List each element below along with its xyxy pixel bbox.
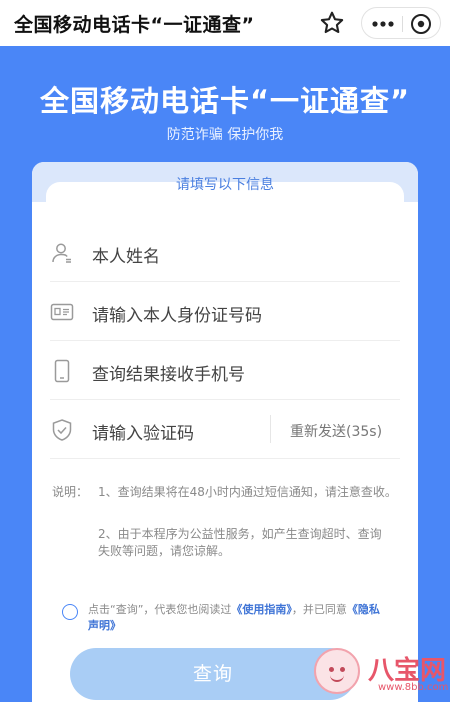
- window-title: 全国移动电话卡“一证通查”: [14, 14, 255, 36]
- name-field-placeholder: 本人姓名: [92, 247, 160, 267]
- verification-code-placeholder: 请输入验证码: [92, 424, 194, 444]
- agree-radio[interactable]: [62, 604, 78, 620]
- close-icon[interactable]: [410, 13, 432, 35]
- star-icon[interactable]: [318, 9, 346, 37]
- hero-title: 全国移动电话卡“一证通查”: [39, 84, 411, 118]
- agreement-text: 点击“查询”，代表您也阅读过《使用指南》，并已同意《隐私声明》: [88, 602, 388, 634]
- phone-field-placeholder: 查询结果接收手机号: [92, 365, 245, 385]
- watermark-url: www.8bb.com: [378, 682, 449, 693]
- capsule-divider: [402, 16, 403, 32]
- name-field[interactable]: 本人姓名: [50, 224, 400, 282]
- id-card-icon: [50, 303, 74, 321]
- agreement-middle: ，并已同意: [291, 603, 347, 616]
- phone-icon: [54, 359, 70, 383]
- field-divider: [270, 415, 271, 443]
- note-item: 1、查询结果将在48小时内通过短信通知，请注意查收。: [98, 485, 397, 499]
- notes-label: 说明：: [52, 485, 89, 499]
- watermark: 八宝网 www.8bb.com: [312, 648, 450, 702]
- mascot-icon: [314, 648, 360, 694]
- card-header-text: 请填写以下信息: [176, 177, 274, 193]
- user-guide-link[interactable]: 《使用指南》: [231, 603, 292, 616]
- mini-program-capsule: [361, 7, 441, 39]
- more-icon[interactable]: [369, 14, 397, 34]
- phone-field[interactable]: 查询结果接收手机号: [50, 342, 400, 400]
- hero-subtitle: 防范诈骗 保护你我: [166, 127, 284, 143]
- top-bar: 全国移动电话卡“一证通查”: [0, 0, 450, 46]
- form-card: 请填写以下信息 本人姓名 请输入本人身份证号码 查询结果接收手机号 请输入验证码: [32, 162, 418, 702]
- agreement-prefix: 点击“查询”，代表您也阅读过: [88, 603, 232, 616]
- person-icon: [52, 243, 71, 263]
- card-header: 请填写以下信息: [32, 162, 418, 204]
- note-item: 2、由于本程序为公益性服务，如产生查询超时、查询失败等问题，请您谅解。: [98, 527, 382, 558]
- id-number-placeholder: 请输入本人身份证号码: [92, 306, 262, 326]
- verification-code-field[interactable]: 请输入验证码 重新发送(35s): [50, 401, 400, 459]
- shield-icon: [52, 419, 72, 441]
- id-number-field[interactable]: 请输入本人身份证号码: [50, 283, 400, 341]
- resend-code-button[interactable]: 重新发送(35s): [290, 421, 382, 441]
